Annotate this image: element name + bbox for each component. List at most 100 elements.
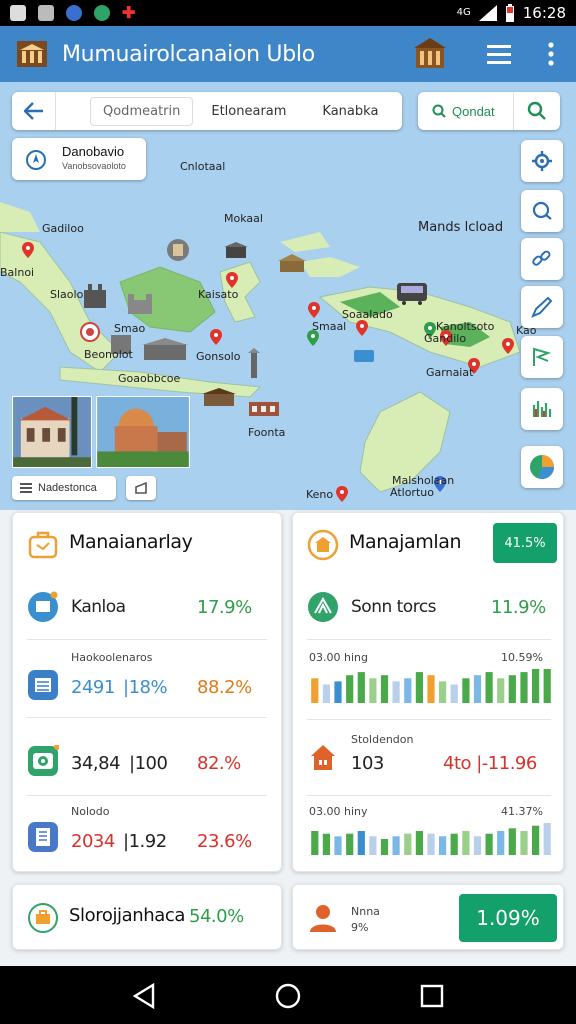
divider xyxy=(307,639,551,640)
map-label: Mokaal xyxy=(224,212,263,225)
card-left-row1-name: Kanloa xyxy=(71,597,126,617)
museum-photo-2[interactable] xyxy=(96,396,190,468)
map-label: Gonsolo xyxy=(196,350,241,363)
card-left-row4-a: 2034 xyxy=(71,831,115,852)
legend-chip-label: Nadestonca xyxy=(38,482,97,494)
card-left-section-label: Haokoolenaros xyxy=(71,651,153,664)
map-label: Mands lcload xyxy=(418,220,504,235)
chart-bar xyxy=(415,672,423,703)
battery-icon xyxy=(505,4,514,22)
back-nav-icon[interactable] xyxy=(132,983,156,1009)
stats-card-left: Manaianarlay Kanloa 17.9% Haokoolenaros … xyxy=(12,512,282,872)
map-label: Kaisato xyxy=(198,288,239,301)
chart-bar xyxy=(322,684,330,703)
chart-bar xyxy=(520,831,528,855)
divider xyxy=(27,795,267,796)
maps-notification-icon xyxy=(94,5,110,21)
location-pin-icon[interactable] xyxy=(210,329,222,345)
museum-building-icon[interactable] xyxy=(412,36,448,70)
castle-landmark-icon[interactable] xyxy=(126,294,154,314)
card-left-row3-a: 34,84 xyxy=(71,753,121,774)
map-label: Balnoi xyxy=(0,266,35,279)
chart-bar xyxy=(427,675,435,703)
more-options-icon[interactable] xyxy=(544,40,558,68)
link-tool-button[interactable] xyxy=(521,238,563,280)
location-pin-icon[interactable] xyxy=(502,338,514,354)
settings-tool-button[interactable] xyxy=(521,140,563,182)
chart-bar xyxy=(415,831,423,855)
museum-landmark-icon[interactable] xyxy=(166,238,190,262)
location-subtitle: Vanobsovaoloto xyxy=(62,161,126,171)
legend-chip[interactable]: Nadestonca xyxy=(12,476,116,500)
chart2-right-label: 41.37% xyxy=(501,805,543,818)
chart-bar xyxy=(311,831,319,855)
summary-right-badge[interactable]: 1.09% xyxy=(459,894,557,942)
chart-bar xyxy=(392,836,400,855)
go-button[interactable]: Qondat xyxy=(418,92,514,130)
location-pin-icon[interactable] xyxy=(356,320,368,336)
back-button[interactable] xyxy=(12,92,56,130)
chart1-left-label: 03.00 hing xyxy=(309,651,368,664)
clock: 16:28 xyxy=(522,4,566,22)
annotate-tool-button[interactable] xyxy=(521,336,563,378)
place-landmark-icon[interactable] xyxy=(80,322,100,342)
sign-landmark-icon[interactable] xyxy=(354,350,374,362)
chart-bar xyxy=(392,681,400,703)
signal-icon xyxy=(478,5,497,21)
chart-bar xyxy=(369,678,377,703)
summary-left-value: 54.0% xyxy=(189,906,244,927)
chart-bar xyxy=(543,823,551,855)
map-label: Gandilo xyxy=(424,332,467,345)
temple-icon xyxy=(307,529,339,561)
train-landmark-icon[interactable] xyxy=(396,282,428,306)
chart-bar xyxy=(404,833,412,855)
location-pin-icon[interactable] xyxy=(308,302,320,318)
fort-landmark-icon[interactable] xyxy=(82,284,108,308)
stats-card-right: Manajamlan 41.5% Sonn torcs 11.9% 03.00 … xyxy=(292,512,564,872)
house-landmark-icon[interactable] xyxy=(202,388,236,406)
chart-bar xyxy=(473,675,482,703)
location-chip[interactable]: Danobavio Vanobsovaoloto xyxy=(12,138,146,180)
location-pin-icon[interactable] xyxy=(226,272,238,288)
building-landmark-icon[interactable] xyxy=(224,242,248,258)
card-right-badge[interactable]: 41.5% xyxy=(493,523,557,563)
search-tab-2[interactable]: Etlonearam xyxy=(193,104,304,119)
card-right-row2-b: 4to |-11.96 xyxy=(443,753,537,774)
chart-bar xyxy=(520,672,528,703)
map-label: Gadiloo xyxy=(42,222,84,235)
temple-landmark-icon[interactable] xyxy=(278,254,306,272)
chart-bar xyxy=(311,678,319,703)
summary-card-right: Nnna 9% 1.09% xyxy=(292,884,564,950)
share-button[interactable] xyxy=(126,476,156,500)
tower-landmark-icon[interactable] xyxy=(248,348,260,378)
draw-tool-button[interactable] xyxy=(521,286,563,328)
photo-notification-icon xyxy=(38,5,54,21)
search-bar[interactable]: Qodmeatrin Etlonearam Kanabka xyxy=(12,92,402,130)
chart-tool-button[interactable] xyxy=(521,446,563,488)
chart-bar xyxy=(357,672,365,703)
map-label: Beonolot xyxy=(84,348,133,361)
graph-tool-button[interactable] xyxy=(521,388,563,430)
card-left-row2-a: 2491 xyxy=(71,677,115,698)
chart-bar xyxy=(334,836,342,855)
hamburger-menu-icon[interactable] xyxy=(487,44,511,64)
bar-chart-2 xyxy=(311,823,551,855)
search-tab-3[interactable]: Kanabka xyxy=(304,104,396,119)
chart-bar xyxy=(357,831,365,855)
chart-bar xyxy=(485,672,493,703)
palace-landmark-icon[interactable] xyxy=(142,338,188,360)
map-view[interactable]: Cnlotaal Mokaal Mands lcload Gadiloo Sla… xyxy=(0,82,576,510)
search-button[interactable] xyxy=(514,101,560,121)
arrow-left-icon xyxy=(23,102,43,120)
summary-right-label-a: Nnna xyxy=(351,905,380,918)
location-pin-icon[interactable] xyxy=(22,242,34,258)
bridge-landmark-icon[interactable] xyxy=(248,398,280,416)
search-tab-1[interactable]: Qodmeatrin xyxy=(90,96,194,126)
recents-nav-icon[interactable] xyxy=(420,984,444,1008)
museum-photo-1[interactable] xyxy=(12,396,92,468)
search-tool-button[interactable] xyxy=(521,190,563,232)
location-pin-icon[interactable] xyxy=(336,486,348,502)
home-nav-icon[interactable] xyxy=(275,983,301,1009)
map-label: Smao xyxy=(114,322,146,335)
chart-bar xyxy=(508,828,516,855)
